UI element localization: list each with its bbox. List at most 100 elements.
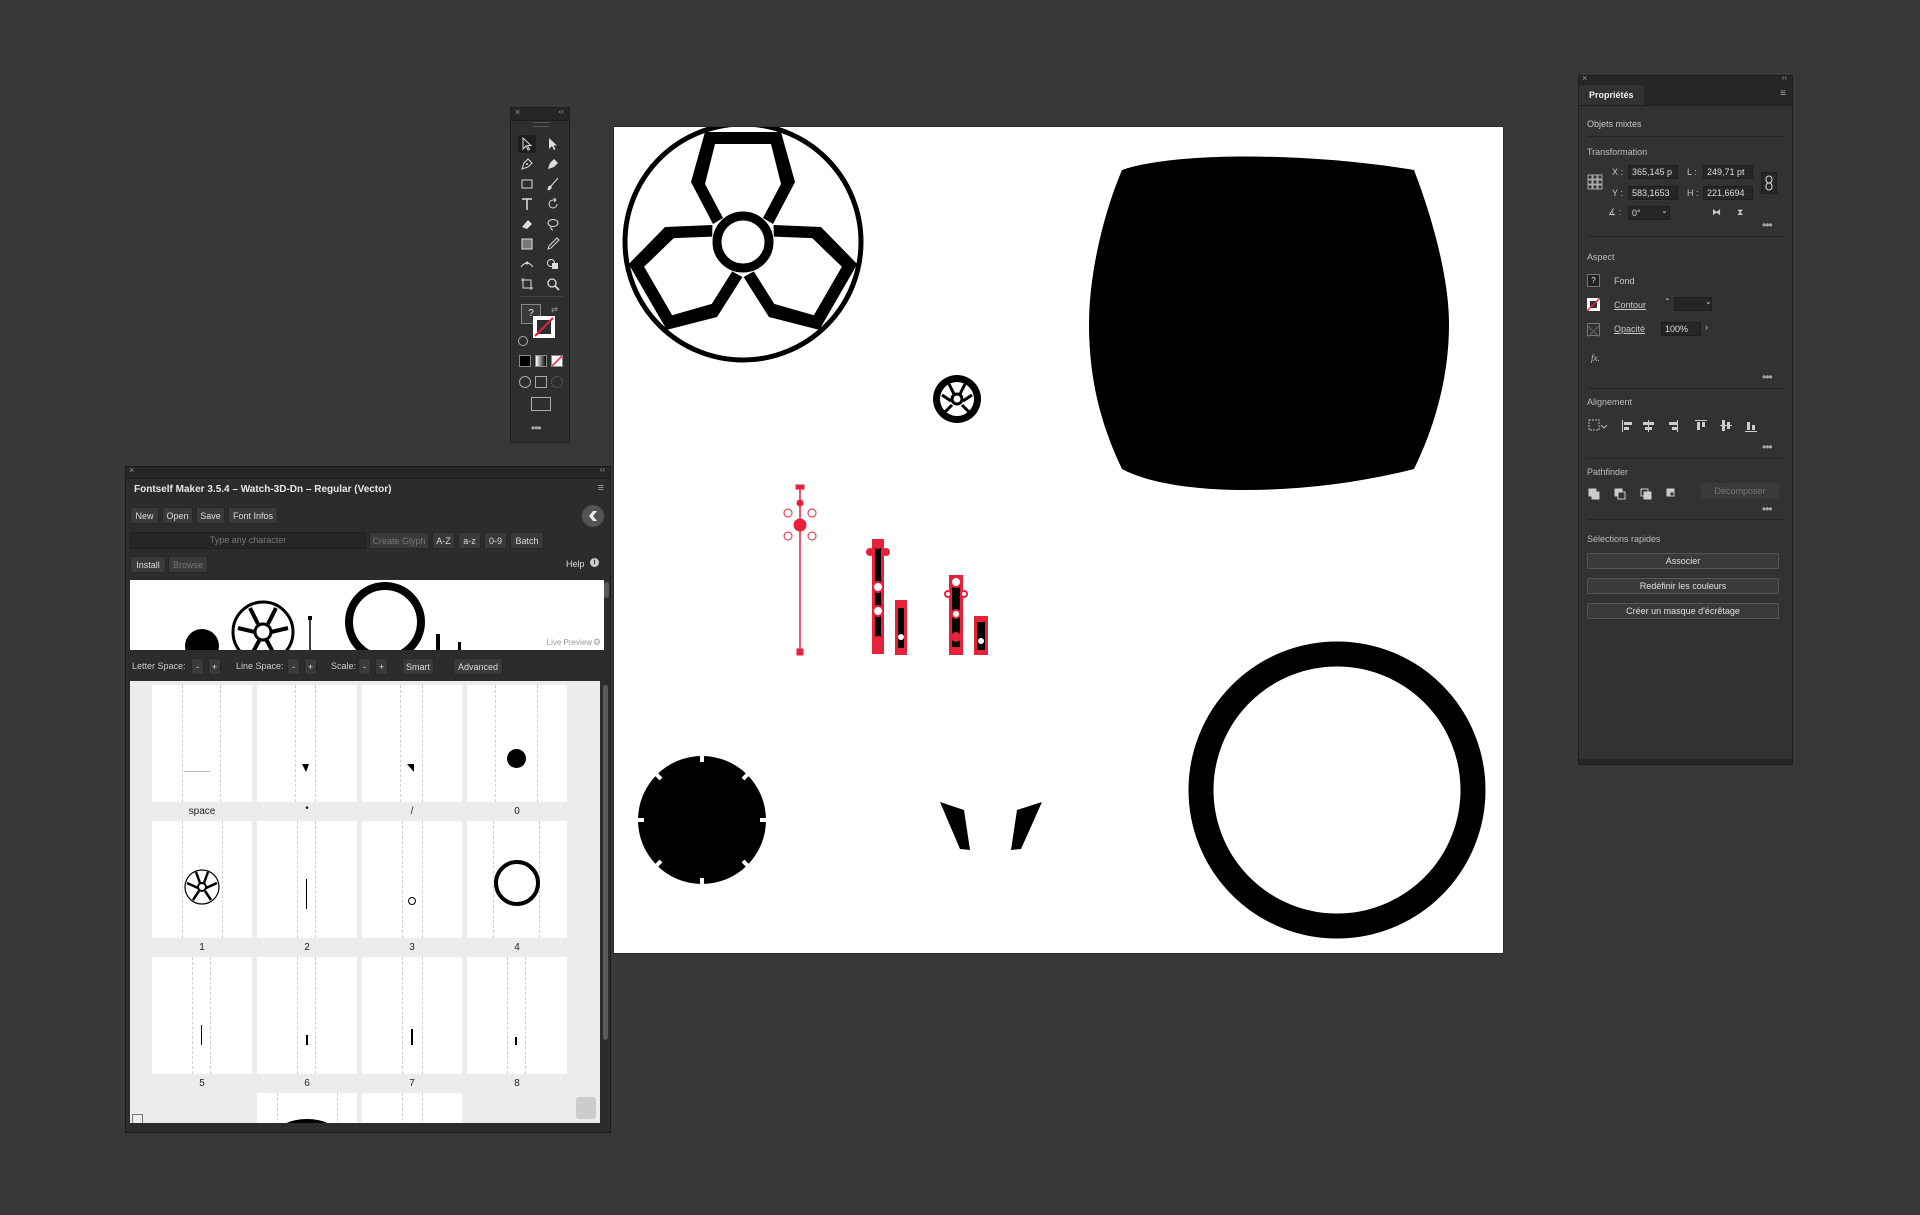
opacite-link[interactable]: Opacité [1614,324,1645,334]
gradient-mode-icon[interactable] [535,355,547,367]
glyph-cell-6[interactable] [257,957,357,1074]
close-icon[interactable]: × [1582,73,1587,83]
rectangle-tool-icon[interactable] [518,175,536,193]
expand-icon[interactable] [132,1114,143,1123]
eyedropper-tool-icon[interactable] [544,235,562,253]
screen-mode-icon[interactable] [531,397,551,411]
fontself-logo-icon[interactable] [582,505,604,527]
draw-normal-icon[interactable] [519,376,531,388]
grip-handle[interactable] [533,122,549,127]
glyph-cell-slash[interactable] [362,685,462,802]
digits-button[interactable]: 0-9 [484,532,507,549]
associer-button[interactable]: Associer [1587,553,1779,569]
shape-builder-icon[interactable] [544,255,562,273]
small-gear-artwork[interactable] [933,375,981,423]
line-space-minus[interactable]: - [287,658,300,675]
swap-fill-stroke-icon[interactable]: ⇄ [551,305,558,314]
panel-resize-handle[interactable] [1579,759,1792,764]
glyph-cell-3[interactable] [362,821,462,938]
glyph-cell-1[interactable] [152,821,252,938]
selection-tool-icon[interactable] [518,135,536,153]
more-tools-icon[interactable]: ••• [531,421,542,435]
none-mode-icon[interactable] [551,355,563,367]
stroke-swatch[interactable] [1586,297,1601,312]
glyph-cell-7[interactable] [362,957,462,1074]
collapse-icon[interactable]: ‹‹ [559,107,564,116]
help-link[interactable]: Help [566,559,585,569]
glyph-cell-4[interactable] [467,821,567,938]
x-field[interactable]: 365,145 p [1628,165,1678,179]
pen-tool-icon[interactable] [518,155,536,173]
more-options-icon[interactable]: ••• [1762,502,1773,516]
align-buttons-row[interactable] [1587,418,1777,434]
cushion-shape-artwork[interactable] [1089,156,1449,491]
collapse-icon[interactable]: ‹‹ [600,465,605,474]
watch-hand-minute-artwork[interactable] [866,539,907,655]
opacity-field[interactable]: 100% [1661,322,1701,336]
live-preview-area[interactable]: Live Preview ⚙ [130,580,604,650]
glyph-cell-8[interactable] [467,957,567,1074]
az-upper-button[interactable]: A-Z [432,532,455,549]
glyph-cell-space[interactable] [152,685,252,802]
glyph-cell-partial[interactable] [362,1093,462,1123]
gradient-tool-icon[interactable] [518,235,536,253]
close-icon[interactable]: × [515,107,520,117]
lug-right-artwork[interactable] [1011,802,1042,850]
creer-masque-button[interactable]: Créer un masque d'écrêtage [1587,603,1779,619]
more-options-icon[interactable]: ••• [1762,218,1773,232]
zoom-tool-icon[interactable] [544,275,562,293]
more-options-icon[interactable]: ••• [1762,440,1773,454]
lug-left-artwork[interactable] [940,802,970,850]
glyph-grid-scrollbar[interactable] [603,685,608,1040]
letter-space-minus[interactable]: - [191,658,204,675]
redefinir-couleurs-button[interactable]: Redéfinir les couleurs [1587,578,1779,594]
flip-vertical-icon[interactable]: ⧗ [1737,207,1743,218]
glyph-cell-2[interactable] [257,821,357,938]
save-button[interactable]: Save [196,507,225,524]
glyph-input[interactable]: Type any character [130,532,366,549]
fill-swatch[interactable]: ? [1587,274,1600,287]
advanced-button[interactable]: Advanced [453,658,503,675]
new-button[interactable]: New [130,507,159,524]
chevron-down-icon[interactable]: ⌄ [1661,206,1668,215]
y-field[interactable]: 583,1653 [1628,186,1678,200]
smart-button[interactable]: Smart [402,658,434,675]
flip-horizontal-icon[interactable]: ⧓ [1712,207,1721,218]
properties-panel-header[interactable]: × ‹‹ [1579,73,1792,85]
panel-menu-icon[interactable]: ≡ [1780,88,1786,99]
contour-link[interactable]: Contour [1614,300,1646,310]
rotate-tool-icon[interactable] [544,195,562,213]
decomposer-button[interactable]: Décomposer [1701,483,1779,499]
h-field[interactable]: 221,6694 [1703,186,1753,200]
draw-inside-icon[interactable] [551,376,563,388]
watch-hand-second-artwork[interactable] [783,484,817,656]
more-options-icon[interactable]: ••• [1762,370,1773,384]
type-tool-icon[interactable] [518,195,536,213]
stroke-swatch[interactable] [533,316,555,338]
line-space-plus[interactable]: + [304,658,317,675]
glyph-cell-partial[interactable] [257,1093,357,1123]
tab-proprietes[interactable]: Propriétés [1579,85,1644,105]
scale-plus[interactable]: + [375,658,388,675]
tools-panel-header[interactable]: × ‹‹ [511,107,569,121]
watch-hand-hour-artwork[interactable] [944,575,988,655]
scale-minus[interactable]: - [358,658,371,675]
collapse-icon[interactable]: ‹‹ [1782,73,1787,82]
glyph-cell-bullet[interactable] [257,685,357,802]
reference-point-icon[interactable] [1587,174,1603,190]
drop-zone-icon[interactable] [576,1097,596,1119]
batch-button[interactable]: Batch [510,532,544,549]
letter-space-plus[interactable]: + [208,658,221,675]
fx-icon[interactable]: fx. [1591,353,1600,363]
az-lower-button[interactable]: a-z [458,532,481,549]
paintbrush-tool-icon[interactable] [544,175,562,193]
preview-scrollbar[interactable] [604,582,609,598]
pathfinder-buttons-row[interactable] [1587,487,1677,503]
notched-disc-artwork[interactable] [636,754,768,886]
gear-icon[interactable]: ⚙ [593,637,601,648]
close-icon[interactable]: × [129,465,134,475]
eraser-tool-icon[interactable] [518,215,536,233]
default-colors-icon[interactable] [518,336,528,346]
glyph-cell-5[interactable] [152,957,252,1074]
color-mode-icon[interactable] [519,355,531,367]
